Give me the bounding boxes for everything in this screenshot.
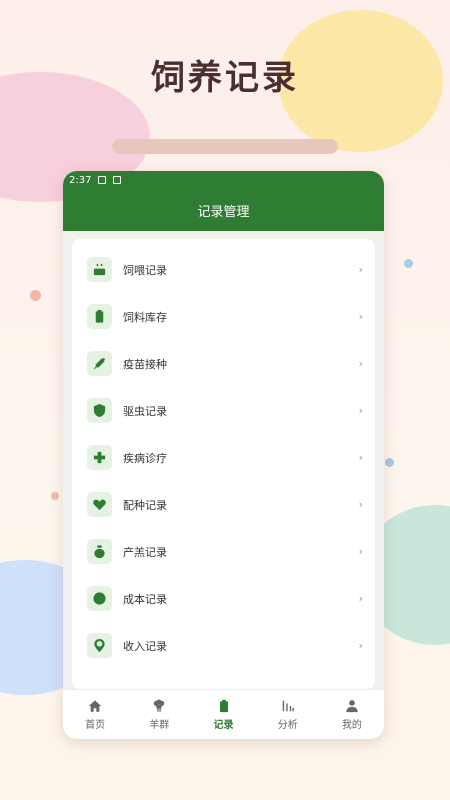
nav-analysis[interactable]: 分析 bbox=[256, 690, 320, 739]
decor-dot bbox=[385, 458, 394, 467]
bar-chart-icon bbox=[282, 700, 294, 711]
app-bar-title: 记录管理 bbox=[197, 204, 250, 220]
chevron-right-icon: › bbox=[358, 592, 363, 605]
promo-title: 饲养记录 bbox=[151, 58, 299, 98]
decor-dot bbox=[51, 492, 59, 500]
chevron-right-icon: › bbox=[358, 545, 363, 558]
menu-item-label: 产羔记录 bbox=[123, 545, 167, 559]
chevron-right-icon: › bbox=[358, 263, 363, 276]
menu-item-lambing[interactable]: 产羔记录 › bbox=[72, 528, 375, 575]
decor-dot bbox=[404, 259, 413, 268]
heart-icon bbox=[87, 492, 112, 517]
menu-item-disease-treatment[interactable]: 疾病诊疗 › bbox=[72, 434, 375, 481]
chevron-right-icon: › bbox=[358, 451, 363, 464]
status-bar: 2:37 bbox=[63, 171, 384, 189]
phone-screen: 2:37 记录管理 饲喂记录 › 饲料库存 › 疫苗接种 › 驱虫记录 › 疾病… bbox=[63, 171, 384, 739]
nav-home[interactable]: 首页 bbox=[63, 690, 127, 739]
chevron-right-icon: › bbox=[358, 310, 363, 323]
decor-dot bbox=[30, 290, 41, 301]
clipboard-icon bbox=[219, 699, 228, 712]
home-icon bbox=[88, 699, 102, 712]
nav-label: 首页 bbox=[85, 719, 106, 731]
nav-profile[interactable]: 我的 bbox=[320, 690, 384, 739]
person-icon bbox=[346, 699, 358, 712]
menu-item-label: 疾病诊疗 bbox=[123, 451, 167, 465]
battery-icon bbox=[87, 304, 112, 329]
menu-item-label: 饲喂记录 bbox=[123, 263, 167, 277]
menu-item-feeding[interactable]: 饲喂记录 › bbox=[72, 246, 375, 293]
sheep-icon bbox=[154, 698, 165, 712]
app-notification-icon bbox=[113, 176, 122, 184]
nav-label: 记录 bbox=[213, 719, 234, 731]
menu-item-breeding[interactable]: 配种记录 › bbox=[72, 481, 375, 528]
shield-icon bbox=[87, 398, 112, 423]
menu-item-label: 成本记录 bbox=[123, 592, 167, 606]
feeding-bowl-icon bbox=[87, 257, 112, 282]
chevron-right-icon: › bbox=[358, 357, 363, 370]
image-notification-icon bbox=[98, 176, 107, 184]
menu-item-vaccination[interactable]: 疫苗接种 › bbox=[72, 340, 375, 387]
money-pin-icon bbox=[87, 633, 112, 658]
medical-cross-icon bbox=[87, 445, 112, 470]
content-area: 饲喂记录 › 饲料库存 › 疫苗接种 › 驱虫记录 › 疾病诊疗 › 配种记录 … bbox=[63, 231, 384, 689]
chevron-right-icon: › bbox=[358, 639, 363, 652]
menu-item-label: 驱虫记录 bbox=[123, 404, 167, 418]
chevron-right-icon: › bbox=[358, 498, 363, 511]
nav-flock[interactable]: 羊群 bbox=[127, 690, 191, 739]
menu-item-deworming[interactable]: 驱虫记录 › bbox=[72, 387, 375, 434]
bag-icon bbox=[87, 539, 112, 564]
menu-item-label: 饲料库存 bbox=[123, 310, 167, 324]
menu-item-label: 收入记录 bbox=[123, 639, 167, 653]
syringe-icon bbox=[87, 351, 112, 376]
status-time: 2:37 bbox=[69, 174, 92, 186]
chevron-right-icon: › bbox=[358, 404, 363, 417]
record-menu-card: 饲喂记录 › 饲料库存 › 疫苗接种 › 驱虫记录 › 疾病诊疗 › 配种记录 … bbox=[72, 239, 375, 689]
nav-label: 分析 bbox=[277, 719, 298, 731]
bottom-nav: 首页 羊群 记录 分析 我的 bbox=[63, 689, 384, 739]
nav-records[interactable]: 记录 bbox=[191, 690, 255, 739]
menu-item-income[interactable]: 收入记录 › bbox=[72, 622, 375, 669]
menu-item-label: 疫苗接种 bbox=[123, 357, 167, 371]
app-bar: 记录管理 bbox=[63, 189, 384, 231]
menu-item-feed-inventory[interactable]: 饲料库存 › bbox=[72, 293, 375, 340]
menu-item-label: 配种记录 bbox=[123, 498, 167, 512]
phone-holder-bar bbox=[112, 139, 338, 154]
menu-item-cost[interactable]: 成本记录 › bbox=[72, 575, 375, 622]
nav-label: 羊群 bbox=[149, 719, 170, 731]
nav-label: 我的 bbox=[341, 719, 362, 731]
circle-icon bbox=[87, 586, 112, 611]
